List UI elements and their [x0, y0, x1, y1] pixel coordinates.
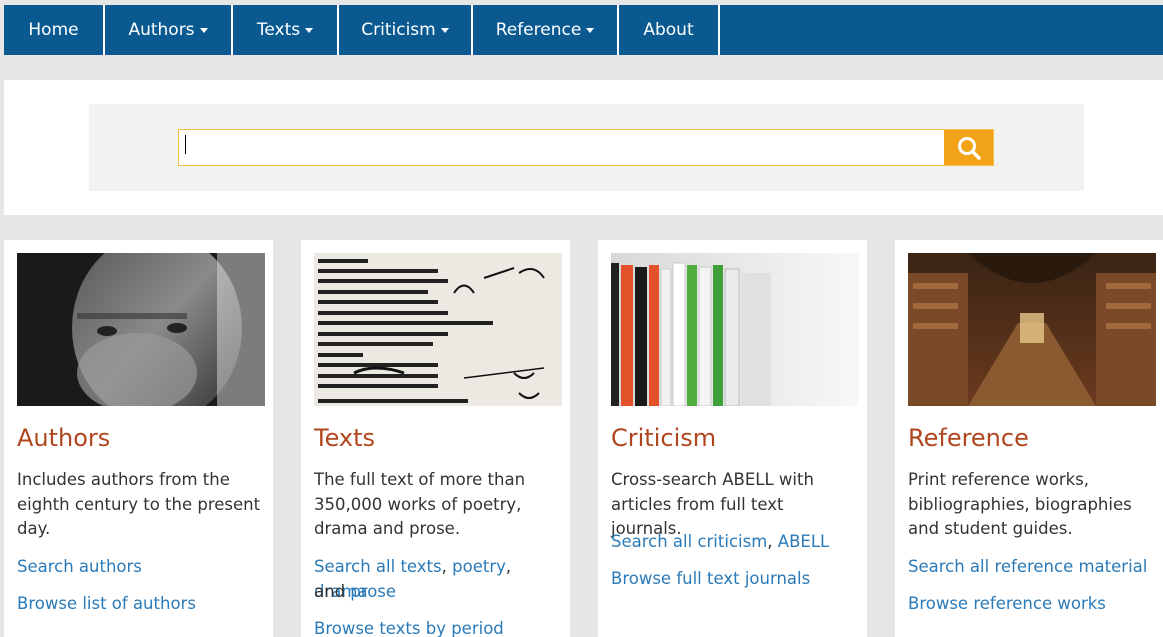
library-image — [908, 253, 1156, 406]
nav-reference[interactable]: Reference — [473, 5, 619, 55]
nav-home-label: Home — [28, 20, 79, 40]
nav-reference-label: Reference — [495, 20, 582, 40]
search-authors-link[interactable]: Search authors — [17, 557, 142, 576]
author-portrait-image — [17, 253, 265, 406]
nav-criticism-label: Criticism — [361, 20, 436, 40]
caret-down-icon — [586, 27, 595, 33]
caret-down-icon — [199, 27, 208, 33]
card-reference: Reference Print reference works, bibliog… — [895, 240, 1163, 637]
card-criticism: Criticism Cross-search ABELL with articl… — [598, 240, 867, 637]
card-title: Texts — [314, 424, 376, 452]
nav-home[interactable]: Home — [4, 5, 105, 55]
poetry-link[interactable]: poetry — [452, 557, 506, 576]
search-reference-link[interactable]: Search all reference material — [908, 557, 1147, 576]
nav-about-label: About — [643, 20, 694, 40]
nav-authors[interactable]: Authors — [105, 5, 233, 55]
browse-reference-link[interactable]: Browse reference works — [908, 594, 1106, 613]
prose-link[interactable]: prose — [350, 582, 396, 601]
search-all-texts-link[interactable]: Search all texts — [314, 557, 442, 576]
browse-authors-link[interactable]: Browse list of authors — [17, 594, 196, 613]
search-all-criticism-link[interactable]: Search all criticism — [611, 532, 767, 551]
and-text: and — [314, 582, 346, 601]
card-title: Reference — [908, 424, 1029, 452]
text-cursor — [185, 135, 186, 154]
card-title: Authors — [17, 424, 111, 452]
card-description: Includes authors from the eighth century… — [17, 470, 261, 538]
nav-criticism[interactable]: Criticism — [339, 5, 473, 55]
separator-comma: , — [505, 557, 512, 576]
journals-image — [611, 253, 859, 406]
browse-texts-by-period-link[interactable]: Browse texts by period — [314, 619, 504, 637]
browse-journals-link[interactable]: Browse full text journals — [611, 569, 810, 588]
search-panel — [89, 104, 1084, 191]
card-description: Print reference works, bibliographies, b… — [908, 470, 1132, 538]
card-description: The full text of more than 350,000 works… — [314, 470, 526, 538]
card-title: Criticism — [611, 424, 717, 452]
manuscript-image — [314, 253, 562, 406]
search-box — [178, 129, 994, 166]
caret-down-icon — [440, 27, 449, 33]
nav-authors-label: Authors — [128, 20, 195, 40]
nav-texts-label: Texts — [256, 20, 301, 40]
main-navbar: Home Authors Texts Criticism Reference A… — [4, 5, 1163, 55]
separator-comma: , — [441, 557, 453, 576]
separator-comma: , — [767, 532, 778, 551]
card-texts: Texts The full text of more than 350,000… — [301, 240, 570, 637]
search-icon — [957, 136, 981, 160]
nav-about[interactable]: About — [619, 5, 720, 55]
search-input[interactable] — [179, 130, 944, 165]
search-section — [4, 80, 1163, 215]
card-authors: Authors Includes authors from the eighth… — [4, 240, 273, 637]
caret-down-icon — [305, 27, 314, 33]
nav-texts[interactable]: Texts — [233, 5, 339, 55]
search-button[interactable] — [944, 130, 993, 165]
abell-link[interactable]: ABELL — [778, 532, 829, 551]
